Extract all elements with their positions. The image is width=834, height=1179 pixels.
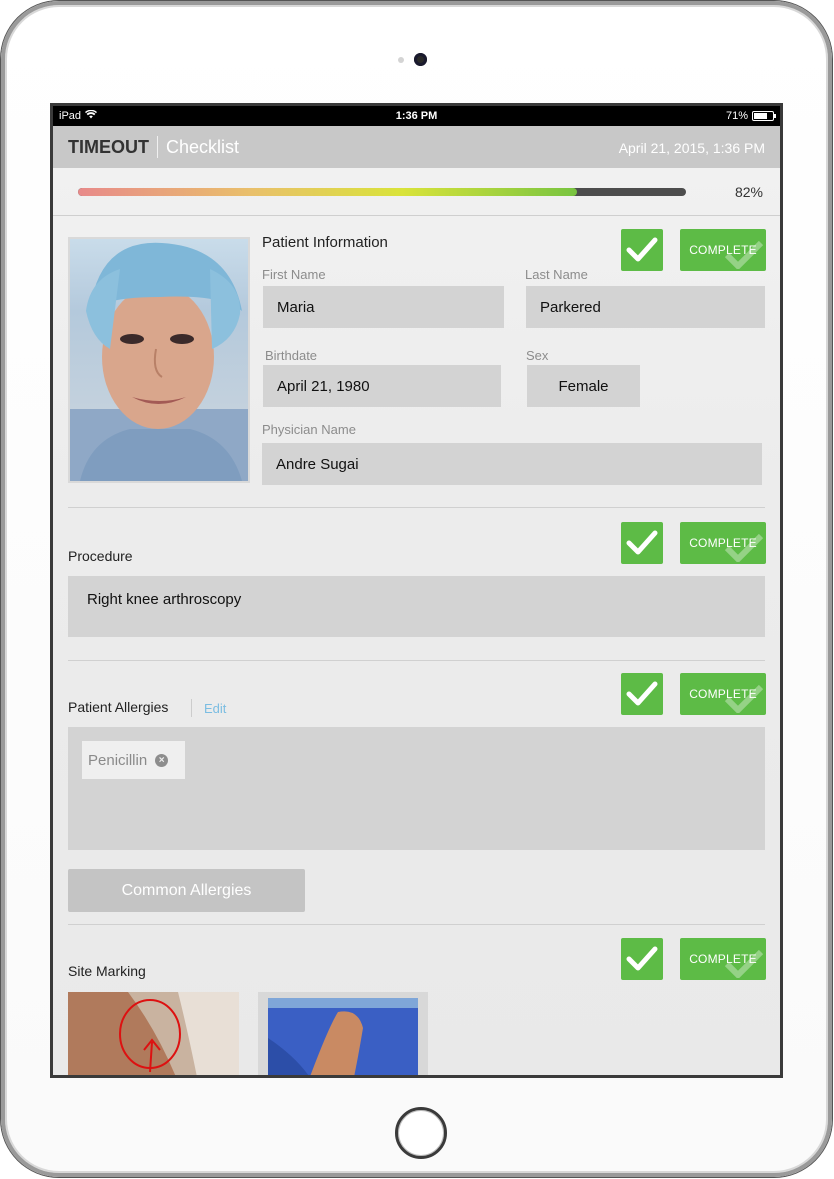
clock: 1:36 PM xyxy=(395,110,438,122)
first-name-field[interactable]: Maria xyxy=(263,286,504,328)
header-divider xyxy=(157,136,158,158)
status-bar: iPad 1:36 PM 71% xyxy=(53,106,780,126)
check-icon xyxy=(626,530,658,555)
procedure-title: Procedure xyxy=(68,548,133,564)
check-icon xyxy=(626,237,658,262)
physician-label: Physician Name xyxy=(262,422,356,437)
last-name-field[interactable]: Parkered xyxy=(526,286,765,328)
battery-fill xyxy=(754,113,767,119)
section-divider xyxy=(68,507,765,508)
battery-percent: 71% xyxy=(725,110,748,122)
front-camera xyxy=(414,53,427,66)
complete-label: COMPLETE xyxy=(689,687,757,701)
complete-label: COMPLETE xyxy=(689,536,757,550)
header-datetime: April 21, 2015, 1:36 PM xyxy=(618,140,765,156)
allergies-title: Patient Allergies xyxy=(68,699,169,715)
allergy-chip-label: Penicillin xyxy=(88,751,148,769)
patient-info-title: Patient Information xyxy=(262,234,388,251)
edit-divider xyxy=(191,699,192,717)
home-button[interactable] xyxy=(395,1107,447,1159)
app-brand: TIMEOUT xyxy=(68,137,149,157)
app-header: TIMEOUT Checklist April 21, 2015, 1:36 P… xyxy=(53,126,780,168)
section-divider xyxy=(68,660,765,661)
app-subtitle: Checklist xyxy=(166,137,240,157)
patient-photo[interactable] xyxy=(68,237,250,483)
sensor-dot xyxy=(398,57,404,63)
section-divider xyxy=(68,924,765,925)
site-photo-2[interactable] xyxy=(258,992,428,1075)
battery-icon xyxy=(752,111,776,121)
site-photo-1[interactable] xyxy=(68,992,239,1075)
progress-section: 82% xyxy=(53,168,780,216)
patient-info-complete-button[interactable]: COMPLETE xyxy=(680,229,766,271)
procedure-field[interactable]: Right knee arthroscopy xyxy=(68,576,765,637)
patient-info-check-button[interactable] xyxy=(621,229,663,271)
allergy-chip[interactable]: Penicillin × xyxy=(82,741,185,779)
first-name-label: First Name xyxy=(262,267,326,282)
sex-label: Sex xyxy=(526,348,549,363)
site-marking-check-button[interactable] xyxy=(621,938,663,980)
complete-label: COMPLETE xyxy=(689,952,757,966)
procedure-check-button[interactable] xyxy=(621,522,663,564)
allergies-check-button[interactable] xyxy=(621,673,663,715)
progress-percent: 82% xyxy=(734,184,763,200)
edit-allergies-link[interactable]: Edit xyxy=(204,701,226,716)
birthdate-field[interactable]: April 21, 1980 xyxy=(263,365,501,407)
progress-fill xyxy=(78,188,577,196)
procedure-complete-button[interactable]: COMPLETE xyxy=(680,522,766,564)
check-icon xyxy=(626,681,658,706)
sex-field[interactable]: Female xyxy=(527,365,640,407)
check-icon xyxy=(626,946,658,971)
remove-chip-icon[interactable]: × xyxy=(155,753,169,767)
allergies-complete-button[interactable]: COMPLETE xyxy=(680,673,766,715)
birthdate-label: Birthdate xyxy=(265,348,318,363)
progress-bar xyxy=(78,188,686,196)
physician-field[interactable]: Andre Sugai xyxy=(262,443,762,485)
app-screen: iPad 1:36 PM 71% TIMEOUT Checklist April… xyxy=(50,103,783,1078)
complete-label: COMPLETE xyxy=(689,243,757,257)
site-marking-complete-button[interactable]: COMPLETE xyxy=(680,938,766,980)
common-allergies-button[interactable]: Common Allergies xyxy=(68,869,305,912)
last-name-label: Last Name xyxy=(525,267,588,282)
site-marking-title: Site Marking xyxy=(68,963,146,979)
